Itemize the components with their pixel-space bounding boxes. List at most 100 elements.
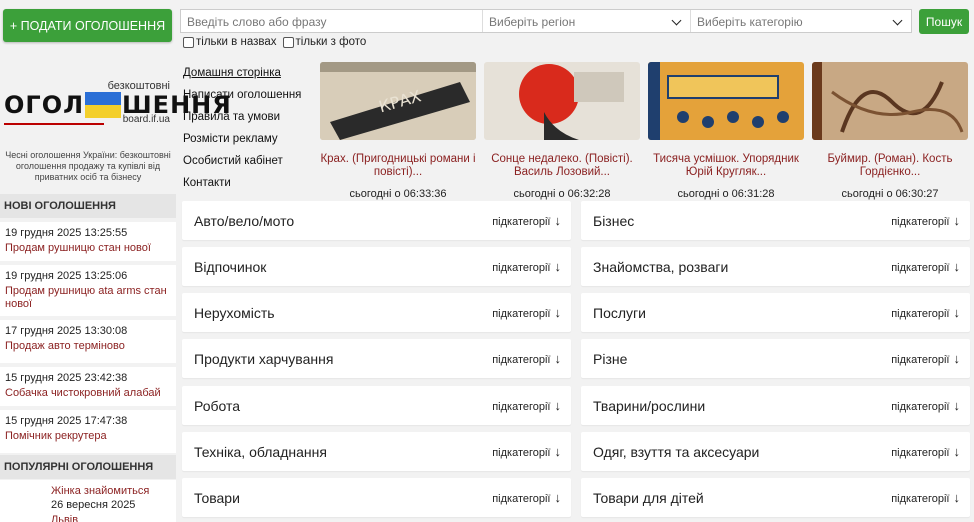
category-item[interactable]: Техніка, обладнання підкатегорії ↓ bbox=[182, 432, 571, 471]
category-item[interactable]: Послуги підкатегорії ↓ bbox=[581, 293, 970, 332]
category-item[interactable]: Знайомства, розваги підкатегорії ↓ bbox=[581, 247, 970, 286]
ad-title[interactable]: Собачка чистокровний алабай bbox=[5, 387, 171, 400]
subcategories-toggle[interactable]: підкатегорії ↓ bbox=[492, 351, 561, 366]
category-item[interactable]: Продукти харчування підкатегорії ↓ bbox=[182, 339, 571, 378]
nav-advertise[interactable]: Розмісти рекламу bbox=[183, 128, 301, 150]
nav-contacts[interactable]: Контакти bbox=[183, 172, 301, 194]
category-name[interactable]: Робота bbox=[194, 398, 240, 414]
subcategories-toggle[interactable]: підкатегорії ↓ bbox=[891, 213, 960, 228]
subcategories-label: підкатегорії bbox=[891, 216, 950, 228]
book-cover-image[interactable] bbox=[484, 62, 640, 140]
subcategories-toggle[interactable]: підкатегорії ↓ bbox=[891, 259, 960, 274]
featured-card[interactable]: Тисяча усмішок. Упорядник Юрій Кругляк..… bbox=[648, 62, 804, 200]
site-tagline: Чесні оголошення України: безкоштовні ог… bbox=[5, 150, 171, 182]
list-item[interactable]: 17 грудня 2025 13:30:08 Продаж авто терм… bbox=[0, 320, 176, 365]
subcategories-toggle[interactable]: підкатегорії ↓ bbox=[492, 305, 561, 320]
card-caption[interactable]: Крах. (Пригодницькі романи і повісті)... bbox=[320, 153, 476, 180]
subcategories-toggle[interactable]: підкатегорії ↓ bbox=[891, 305, 960, 320]
region-select[interactable]: Виберіть регіон bbox=[483, 10, 691, 32]
category-item[interactable]: Нерухомість підкатегорії ↓ bbox=[182, 293, 571, 332]
category-select[interactable]: Виберіть категорію bbox=[691, 10, 911, 32]
category-item[interactable]: Різне підкатегорії ↓ bbox=[581, 339, 970, 378]
subcategories-toggle[interactable]: підкатегорії ↓ bbox=[891, 398, 960, 413]
featured-card[interactable]: КРАХ Крах. (Пригодницькі романи і повіст… bbox=[320, 62, 476, 200]
arrow-down-icon: ↓ bbox=[554, 398, 562, 413]
subcategories-label: підкатегорії bbox=[891, 447, 950, 459]
category-name[interactable]: Послуги bbox=[593, 305, 646, 321]
ad-title[interactable]: Продаж авто терміново bbox=[5, 340, 171, 353]
category-name[interactable]: Товари bbox=[194, 490, 240, 506]
nav-home[interactable]: Домашня сторінка bbox=[183, 62, 301, 84]
card-time: сьогодні о 06:32:28 bbox=[513, 188, 611, 200]
ad-title[interactable]: Продам рушницю стан нової bbox=[5, 242, 171, 255]
category-item[interactable]: Бізнес підкатегорії ↓ bbox=[581, 201, 970, 240]
arrow-down-icon: ↓ bbox=[554, 213, 562, 228]
category-name[interactable]: Відпочинок bbox=[194, 259, 266, 275]
category-name[interactable]: Одяг, взуття та аксесуари bbox=[593, 444, 759, 460]
post-ad-button[interactable]: + ПОДАТИ ОГОЛОШЕННЯ bbox=[3, 9, 172, 42]
list-item[interactable]: 19 грудня 2025 13:25:06 Продам рушницю a… bbox=[0, 265, 176, 318]
nav-rules[interactable]: Правила та умови bbox=[183, 106, 301, 128]
featured-card[interactable]: Буймир. (Роман). Кость Гордієнко... сьог… bbox=[812, 62, 968, 200]
photo-only-checkbox[interactable]: тільки з фото bbox=[282, 36, 367, 48]
arrow-down-icon: ↓ bbox=[953, 398, 961, 413]
ad-title[interactable]: Помічник рекрутера bbox=[5, 430, 171, 443]
subcategories-label: підкатегорії bbox=[492, 262, 551, 274]
checkbox-icon[interactable] bbox=[183, 36, 194, 48]
subcategories-label: підкатегорії bbox=[492, 493, 551, 505]
category-name[interactable]: Продукти харчування bbox=[194, 351, 333, 367]
ad-title[interactable]: Жінка знайомиться bbox=[51, 484, 172, 498]
category-item[interactable]: Робота підкатегорії ↓ bbox=[182, 386, 571, 425]
subcategories-toggle[interactable]: підкатегорії ↓ bbox=[492, 444, 561, 459]
titles-only-checkbox[interactable]: тільки в назвах bbox=[183, 36, 277, 48]
checkbox-icon[interactable] bbox=[282, 36, 294, 48]
category-name[interactable]: Бізнес bbox=[593, 213, 634, 229]
category-name[interactable]: Техніка, обладнання bbox=[194, 444, 327, 460]
category-name[interactable]: Товари для дітей bbox=[593, 490, 704, 506]
category-name[interactable]: Нерухомість bbox=[194, 305, 275, 321]
search-input[interactable]: Введіть слово або фразу bbox=[181, 10, 483, 32]
popular-ads-heading: ПОПУЛЯРНІ ОГОЛОШЕННЯ bbox=[0, 455, 176, 479]
subcategories-toggle[interactable]: підкатегорії ↓ bbox=[891, 351, 960, 366]
subcategories-toggle[interactable]: підкатегорії ↓ bbox=[891, 444, 960, 459]
category-item[interactable]: Авто/вело/мото підкатегорії ↓ bbox=[182, 201, 571, 240]
ad-title[interactable]: Продам рушницю ata arms стан нової bbox=[5, 285, 171, 311]
photo-only-label: тільки з фото bbox=[295, 36, 367, 48]
subcategories-toggle[interactable]: підкатегорії ↓ bbox=[891, 490, 960, 505]
category-name[interactable]: Авто/вело/мото bbox=[194, 213, 294, 229]
subcategories-toggle[interactable]: підкатегорії ↓ bbox=[492, 259, 561, 274]
flag-icon bbox=[85, 92, 122, 118]
nav-write-ad[interactable]: Написати оголошення bbox=[183, 84, 301, 106]
list-item[interactable]: 15 грудня 2025 23:42:38 Собачка чистокро… bbox=[0, 367, 176, 408]
subcategories-toggle[interactable]: підкатегорії ↓ bbox=[492, 398, 561, 413]
search-button[interactable]: Пошук bbox=[919, 9, 969, 34]
arrow-down-icon: ↓ bbox=[953, 490, 961, 505]
region-select-label: Виберіть регіон bbox=[489, 15, 576, 29]
category-item[interactable]: Тварини/рослини підкатегорії ↓ bbox=[581, 386, 970, 425]
card-caption[interactable]: Сонце недалеко. (Повісті). Василь Лозови… bbox=[484, 153, 640, 180]
card-caption[interactable]: Буймир. (Роман). Кость Гордієнко... bbox=[812, 153, 968, 180]
subcategories-label: підкатегорії bbox=[492, 308, 551, 320]
category-name[interactable]: Тварини/рослини bbox=[593, 398, 705, 414]
subcategories-label: підкатегорії bbox=[891, 262, 950, 274]
featured-card[interactable]: Сонце недалеко. (Повісті). Василь Лозови… bbox=[484, 62, 640, 200]
site-logo[interactable]: безкоштовні ОГОЛ ШЕННЯ board.if.ua bbox=[4, 78, 231, 128]
list-item[interactable]: 19 грудня 2025 13:25:55 Продам рушницю с… bbox=[0, 222, 176, 263]
book-cover-image[interactable]: КРАХ bbox=[320, 62, 476, 140]
category-item[interactable]: Одяг, взуття та аксесуари підкатегорії ↓ bbox=[581, 432, 970, 471]
category-name[interactable]: Різне bbox=[593, 351, 627, 367]
nav-account[interactable]: Особистий кабінет bbox=[183, 150, 301, 172]
category-item[interactable]: Товари підкатегорії ↓ bbox=[182, 478, 571, 517]
popular-list-item[interactable]: Жінка знайомиться 26 вересня 2025 Львів bbox=[0, 480, 176, 522]
category-item[interactable]: Відпочинок підкатегорії ↓ bbox=[182, 247, 571, 286]
list-item[interactable]: 15 грудня 2025 17:47:38 Помічник рекруте… bbox=[0, 410, 176, 455]
subcategories-toggle[interactable]: підкатегорії ↓ bbox=[492, 213, 561, 228]
subcategories-toggle[interactable]: підкатегорії ↓ bbox=[492, 490, 561, 505]
card-caption[interactable]: Тисяча усмішок. Упорядник Юрій Кругляк..… bbox=[648, 153, 804, 180]
book-cover-image[interactable] bbox=[648, 62, 804, 140]
book-cover-image[interactable] bbox=[812, 62, 968, 140]
category-name[interactable]: Знайомства, розваги bbox=[593, 259, 728, 275]
category-item[interactable]: Товари для дітей підкатегорії ↓ bbox=[581, 478, 970, 517]
page: + ПОДАТИ ОГОЛОШЕННЯ Введіть слово або фр… bbox=[0, 0, 974, 522]
subcategories-label: підкатегорії bbox=[891, 308, 950, 320]
